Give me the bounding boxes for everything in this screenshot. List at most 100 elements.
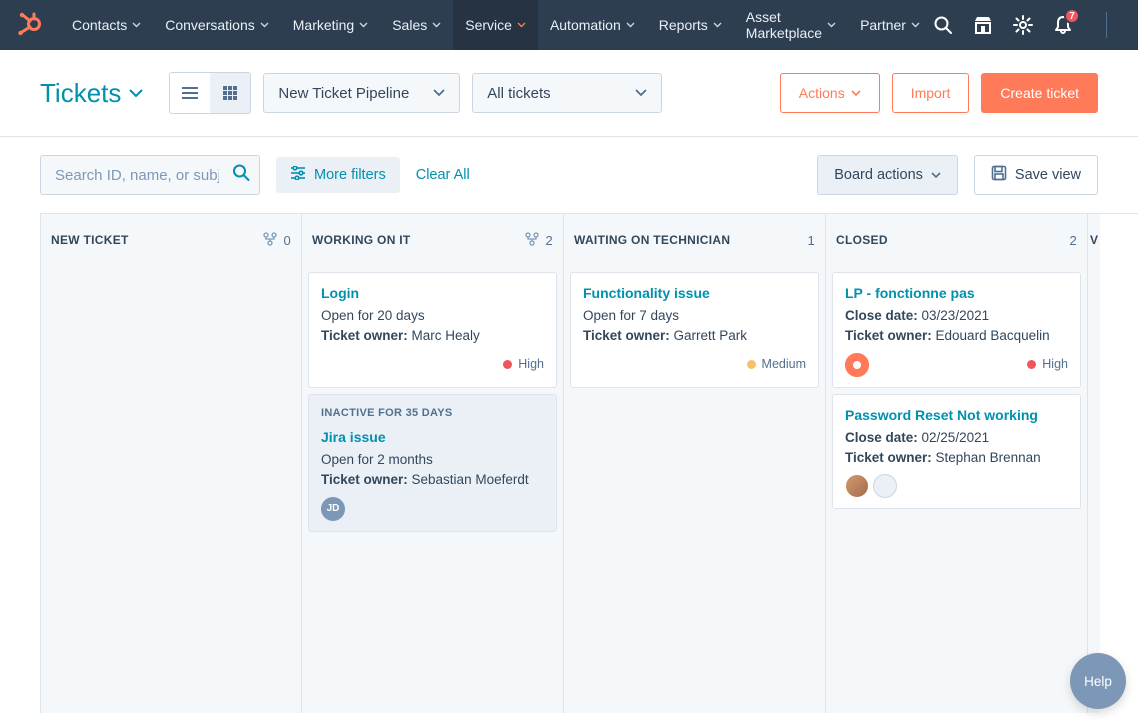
column-body[interactable]	[41, 266, 301, 278]
priority: Medium	[747, 355, 806, 374]
ticket-card[interactable]: Password Reset Not workingClose date: 02…	[832, 394, 1081, 510]
nav-item-label: Marketing	[293, 17, 354, 33]
view-select[interactable]: All tickets	[472, 73, 662, 113]
column-title: CLOSED	[836, 233, 888, 247]
notifications-icon[interactable]: 7	[1052, 14, 1074, 36]
nav-item-service[interactable]: Service	[453, 0, 538, 50]
chevron-down-icon	[827, 22, 836, 28]
chevron-down-icon	[626, 22, 635, 28]
column-header[interactable]: WAITING ON TECHNICIAN1	[564, 214, 825, 266]
create-ticket-button[interactable]: Create ticket	[981, 73, 1098, 113]
priority-label: High	[1042, 355, 1068, 374]
user-chip[interactable]: JD	[321, 497, 345, 521]
clear-all-link[interactable]: Clear All	[416, 167, 470, 183]
nav-icons: 7	[932, 9, 1138, 41]
chevron-down-icon	[260, 22, 269, 28]
column-count: 2	[1069, 233, 1077, 248]
hubspot-logo[interactable]	[16, 12, 42, 38]
ticket-card[interactable]: INACTIVE FOR 35 DAYSJira issueOpen for 2…	[308, 394, 557, 532]
nav-item-label: Service	[465, 17, 512, 33]
board-actions-label: Board actions	[834, 167, 923, 183]
column-body[interactable]: Functionality issueOpen for 7 daysTicket…	[564, 266, 825, 394]
kanban-board: NEW TICKET0WORKING ON IT2LoginOpen for 2…	[40, 213, 1138, 713]
save-view-label: Save view	[1015, 167, 1081, 183]
page-title-dropdown[interactable]: Tickets	[40, 78, 143, 109]
card-footer: JD	[321, 497, 544, 521]
branch-icon	[525, 232, 539, 249]
column-title: WORKING ON IT	[312, 233, 411, 247]
save-view-button[interactable]: Save view	[974, 155, 1098, 195]
ticket-title: Login	[321, 283, 544, 304]
list-view-button[interactable]	[170, 73, 210, 113]
board-view-button[interactable]	[210, 73, 250, 113]
column-count: 2	[545, 233, 553, 248]
more-filters-button[interactable]: More filters	[276, 157, 400, 193]
search-input[interactable]	[40, 155, 260, 195]
column-header[interactable]: CLOSED 2	[826, 214, 1087, 266]
open-for-line: Open for 2 months	[321, 450, 544, 470]
actions-button[interactable]: Actions	[780, 73, 880, 113]
owner-line: Ticket owner: Edouard Bacquelin	[845, 326, 1068, 346]
association-chips	[845, 474, 897, 498]
import-button-label: Import	[911, 85, 951, 101]
nav-item-conversations[interactable]: Conversations	[153, 0, 281, 50]
ticket-title: Functionality issue	[583, 283, 806, 304]
nav-item-sales[interactable]: Sales	[380, 0, 453, 50]
header-row: Tickets New Ticket Pipeline All tickets …	[0, 50, 1138, 137]
column-header[interactable]: NEW TICKET0	[41, 214, 301, 266]
ticket-card[interactable]: LP - fonctionne pasClose date: 03/23/202…	[832, 272, 1081, 388]
owner-line: Ticket owner: Sebastian Moeferdt	[321, 470, 544, 490]
help-button[interactable]: Help	[1070, 653, 1126, 709]
view-select-value: All tickets	[487, 85, 550, 102]
chevron-down-icon	[359, 22, 368, 28]
caret-down-icon	[931, 172, 941, 178]
nav-item-automation[interactable]: Automation	[538, 0, 647, 50]
marketplace-icon[interactable]	[972, 14, 994, 36]
filter-row: More filters Clear All Board actions Sav…	[0, 137, 1138, 213]
ticket-card[interactable]: LoginOpen for 20 daysTicket owner: Marc …	[308, 272, 557, 388]
priority-dot	[747, 360, 756, 369]
column-header[interactable]: WORKING ON IT 2	[302, 214, 563, 266]
nav-item-asset-marketplace[interactable]: Asset Marketplace	[734, 0, 848, 50]
owner-line: Ticket owner: Garrett Park	[583, 326, 806, 346]
priority: High	[1027, 355, 1068, 374]
ticket-title: Password Reset Not working	[845, 405, 1068, 426]
owner-line: Ticket owner: Stephan Brennan	[845, 448, 1068, 468]
nav-item-label: Partner	[860, 17, 906, 33]
column-waiting-on-technician: WAITING ON TECHNICIAN1 Functionality issu…	[564, 214, 826, 713]
import-button[interactable]: Import	[892, 73, 970, 113]
create-ticket-button-label: Create ticket	[1000, 85, 1079, 101]
nav-item-label: Sales	[392, 17, 427, 33]
pipeline-select[interactable]: New Ticket Pipeline	[263, 73, 460, 113]
caret-down-icon	[635, 89, 647, 97]
page-title-text: Tickets	[40, 78, 121, 109]
caret-down-icon	[129, 89, 143, 98]
nav-item-reports[interactable]: Reports	[647, 0, 734, 50]
hubspot-chip[interactable]	[845, 353, 869, 377]
ticket-card[interactable]: Functionality issueOpen for 7 daysTicket…	[570, 272, 819, 388]
column-body[interactable]: LP - fonctionne pasClose date: 03/23/202…	[826, 266, 1087, 515]
column-partial: V	[1088, 214, 1100, 713]
top-nav: ContactsConversations Marketing Sales Servi…	[0, 0, 1138, 50]
search-wrap	[40, 155, 260, 195]
nav-item-contacts[interactable]: Contacts	[60, 0, 153, 50]
column-closed: CLOSED 2 LP - fonctionne pasClose date: 03…	[826, 214, 1088, 713]
chevron-down-icon	[911, 22, 920, 28]
close-date-line: Close date: 03/23/2021	[845, 306, 1068, 326]
nav-item-marketing[interactable]: Marketing	[281, 0, 380, 50]
chevron-down-icon	[132, 22, 141, 28]
branch-icon	[263, 232, 277, 249]
ghost-chip[interactable]	[873, 474, 897, 498]
column-count: 1	[807, 233, 815, 248]
inactive-banner: INACTIVE FOR 35 DAYS	[321, 405, 544, 422]
close-date-line: Close date: 02/25/2021	[845, 428, 1068, 448]
view-toggle	[169, 72, 251, 114]
nav-divider	[1106, 12, 1107, 38]
priority-dot	[1027, 360, 1036, 369]
search-icon[interactable]	[932, 14, 954, 36]
nav-item-partner[interactable]: Partner	[848, 0, 932, 50]
column-body[interactable]: LoginOpen for 20 daysTicket owner: Marc …	[302, 266, 563, 538]
user-avatar-chip[interactable]	[845, 474, 869, 498]
settings-icon[interactable]	[1012, 14, 1034, 36]
board-actions-button[interactable]: Board actions	[817, 155, 958, 195]
